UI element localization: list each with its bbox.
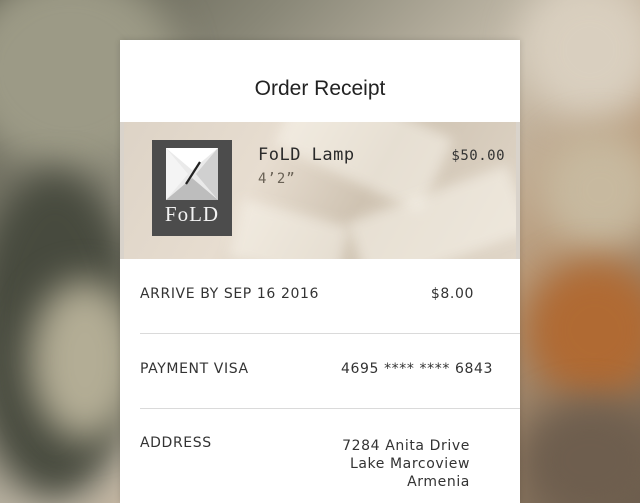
address-line-3: Armenia xyxy=(407,474,470,490)
shipping-cost: $8.00 xyxy=(430,286,474,302)
payment-label: PAYMENT VISA xyxy=(140,361,249,377)
address-value: 7284 Anita Drive Lake Marcoview Armenia xyxy=(342,437,470,491)
product-brand: FoLD xyxy=(164,202,220,226)
product-image: FoLD xyxy=(152,140,232,236)
divider xyxy=(140,408,520,409)
product-size: 4’2” xyxy=(258,171,296,187)
product-name: FoLD Lamp xyxy=(258,145,355,165)
product-row[interactable]: FoLD FoLD Lamp 4’2” $50.00 xyxy=(120,122,520,259)
fold-logo-icon xyxy=(166,148,218,200)
arrival-label: ARRIVE BY SEP 16 2016 xyxy=(140,286,319,302)
page-title: Order Receipt xyxy=(254,77,386,100)
product-price: $50.00 xyxy=(451,148,505,164)
address-line-1: 7284 Anita Drive xyxy=(342,438,470,454)
address-label: ADDRESS xyxy=(140,435,212,451)
receipt-card: Order Receipt FoLD FoLD Lamp 4’2” $50.00… xyxy=(120,40,520,503)
divider xyxy=(140,333,520,334)
card-number: 4695 **** **** 6843 xyxy=(340,361,493,377)
address-line-2: Lake Marcoview xyxy=(349,456,470,472)
